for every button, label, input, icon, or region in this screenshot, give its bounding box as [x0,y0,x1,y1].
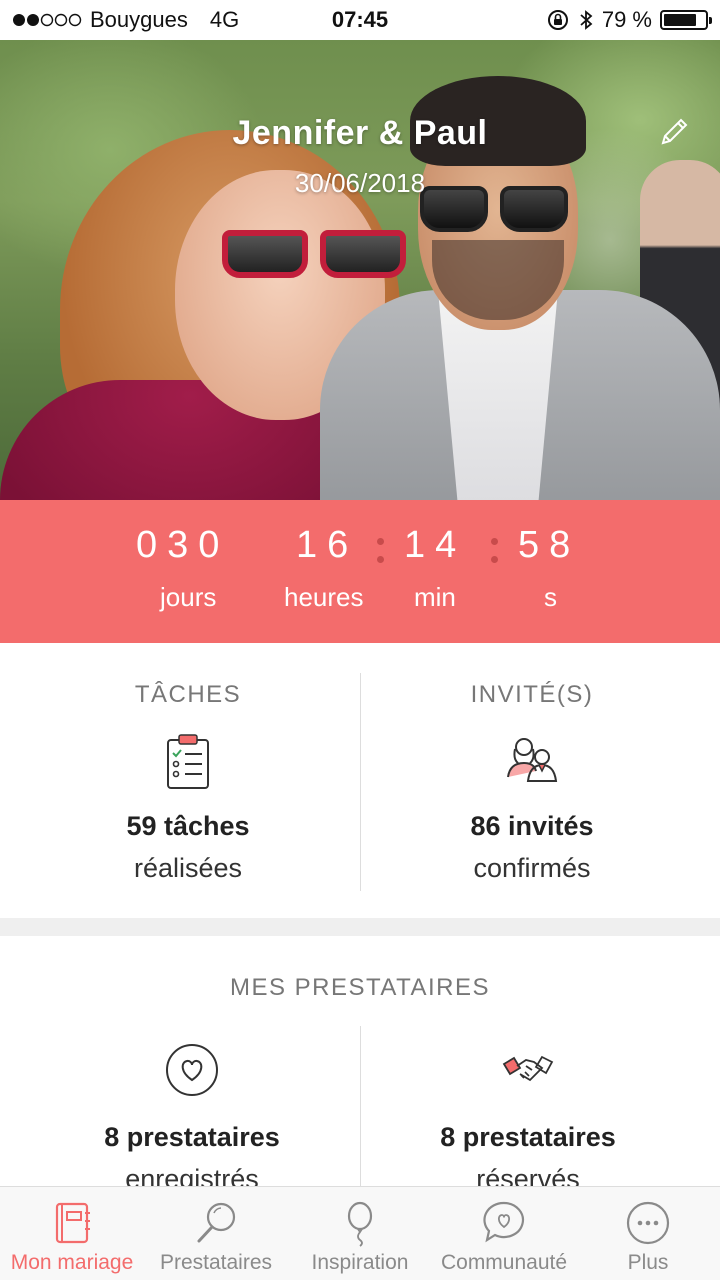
battery-icon [660,10,712,30]
carrier-info: Bouygues 4G [12,7,239,33]
tab-label: Plus [627,1251,669,1274]
handshake-icon [502,1055,554,1082]
countdown-hours-label: heures [284,582,364,612]
booked-vendors-sub: réservés [476,1164,580,1186]
tab-label: Prestataires [159,1251,273,1274]
battery-level [664,14,696,26]
more-dots-icon [626,1201,670,1245]
couple-photo: Jennifer & Paul 30/06/2018 [0,40,720,500]
balloon-icon [347,1201,373,1247]
countdown-minutes-label: min [414,582,456,612]
clipboard-checklist-icon [167,734,209,789]
chat-heart-icon [483,1201,525,1243]
countdown-seconds: 58 [518,524,581,566]
wedding-date: 30/06/2018 [294,168,426,198]
tasks-card[interactable]: TÂCHES 59 tâches réalisées [8,643,368,918]
notebook-icon [55,1202,90,1244]
guests-card[interactable]: INVITÉ(S) 86 invités confirmés [352,643,712,918]
edit-button[interactable] [654,112,694,152]
guests-count: 86 invités [470,811,594,841]
couple-guests-icon [507,738,558,782]
orientation-lock-icon [547,10,568,30]
tasks-sub: réalisées [133,853,243,883]
carrier-name: Bouygues [90,7,188,32]
summary-stats: TÂCHES 59 tâches réalisées INVITÉ(S) 86 … [0,643,720,918]
status-bar: Bouygues 4G 07:45 79 % [0,0,720,40]
countdown-separator [491,528,499,568]
tab-plus[interactable]: Plus [576,1187,720,1280]
tasks-count: 59 tâches [126,811,250,841]
network-type: 4G [209,7,240,32]
vendors-section: MES PRESTATAIRES 8 prestataires enregist… [0,936,720,1186]
magnifier-icon [197,1202,236,1243]
guests-heading: INVITÉ(S) [470,681,594,708]
guests-sub: confirmés [473,853,591,883]
tab-label: Communauté [440,1251,568,1274]
countdown-minutes: 14 [404,524,467,566]
tab-mon-mariage[interactable]: Mon mariage [0,1187,144,1280]
tasks-heading: TÂCHES [134,681,242,708]
countdown-hours: 16 [296,524,359,566]
countdown-numbers: 030 16 14 58 [0,524,720,574]
saved-vendors-count: 8 prestataires [104,1122,280,1152]
tab-prestataires[interactable]: Prestataires [144,1187,288,1280]
countdown-separator [377,528,385,568]
tab-label: Inspiration [311,1251,409,1274]
countdown-banner: 030 16 14 58 jours heures min s [0,500,720,643]
tab-communaute[interactable]: Communauté [432,1187,576,1280]
tab-inspiration[interactable]: Inspiration [288,1187,432,1280]
bottom-tab-bar: Mon mariage Prestataires Inspiration Com… [0,1186,720,1280]
battery-percent: 79 % [601,7,652,32]
heart-circle-icon [166,1044,218,1096]
saved-vendors-card[interactable]: 8 prestataires enregistrés [12,936,372,1186]
bride-sunglasses [222,230,408,282]
signal-dots-icon [13,13,82,27]
status-right: 79 % [546,7,712,33]
tab-label: Mon mariage [10,1251,134,1274]
countdown-seconds-label: s [544,582,557,612]
countdown-days: 030 [136,524,230,566]
booked-vendors-card[interactable]: 8 prestataires réservés [348,936,708,1186]
couple-names: Jennifer & Paul [232,114,488,152]
saved-vendors-sub: enregistrés [125,1164,259,1186]
pencil-icon [661,118,688,145]
countdown-days-label: jours [160,582,217,612]
booked-vendors-count: 8 prestataires [440,1122,616,1152]
bluetooth-icon [580,10,593,30]
section-separator [0,918,720,936]
